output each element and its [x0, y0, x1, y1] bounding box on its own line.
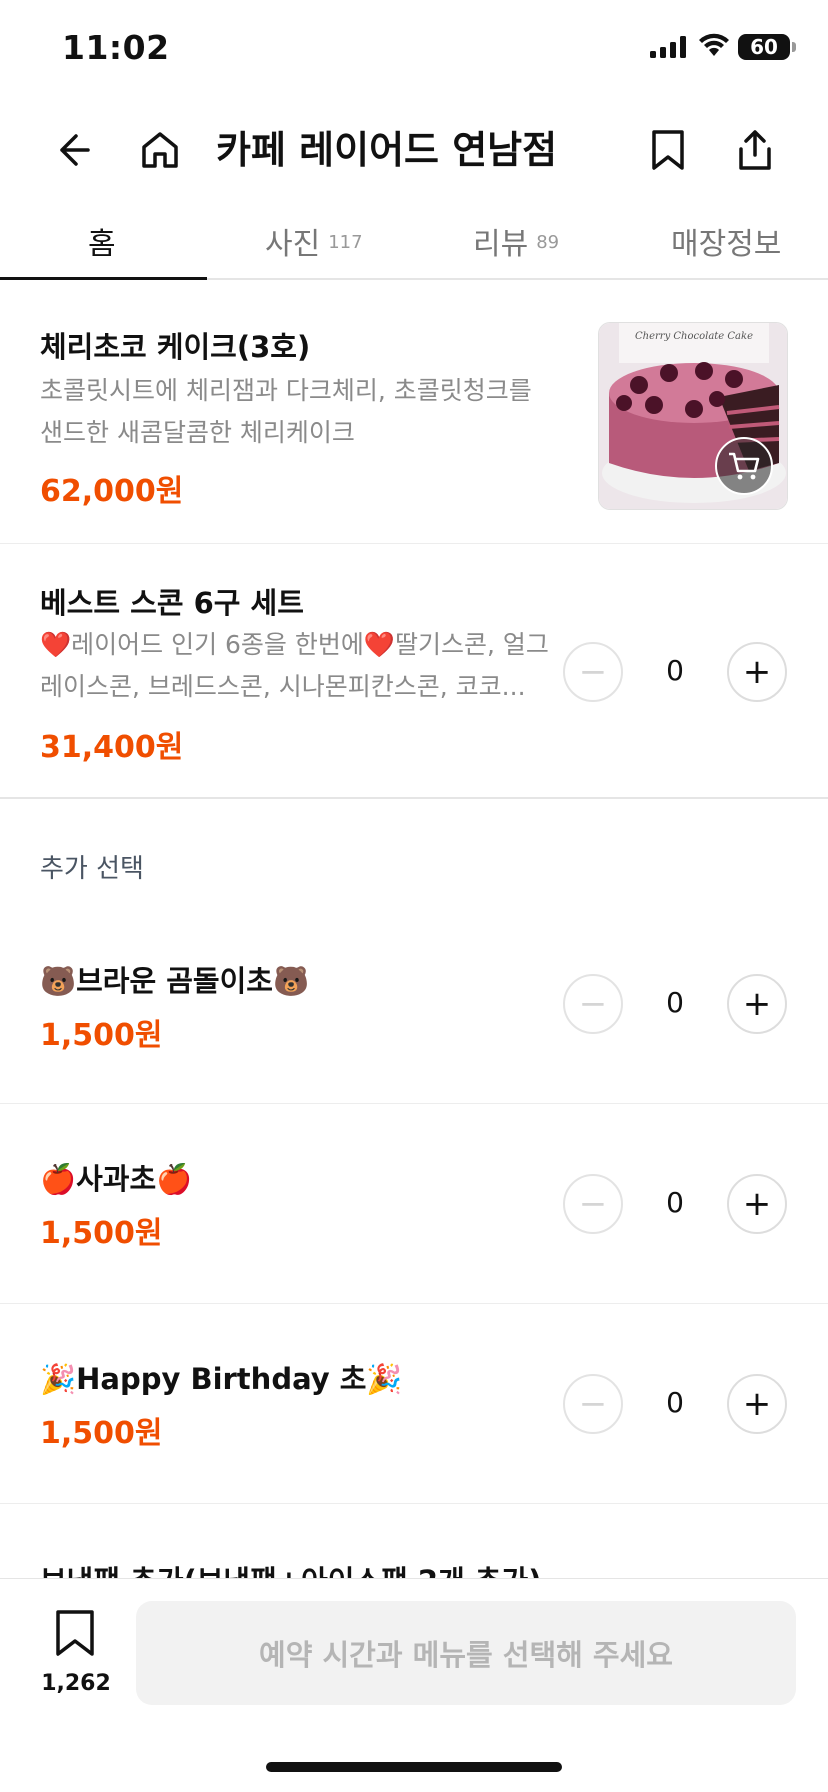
tab-label: 매장정보: [671, 227, 782, 262]
decrease-button[interactable]: −: [563, 1174, 623, 1234]
option-name: 🐻브라운 곰돌이초🐻: [40, 964, 310, 998]
share-icon[interactable]: [731, 126, 779, 174]
section-divider: [0, 797, 828, 799]
option-name: 보냉팩 추가(보냉팩+아이스팩 2개 추가): [40, 1558, 541, 1578]
tab-label: 사진: [265, 227, 321, 262]
quantity-stepper: − 0 +: [563, 642, 789, 702]
option-item[interactable]: 🐻브라운 곰돌이초🐻 1,500원 − 0 +: [0, 904, 828, 1104]
cake-label-text: Cherry Chocolate Cake: [635, 331, 753, 342]
increase-button[interactable]: +: [727, 1374, 787, 1434]
menu-item-price: 31,400원: [40, 730, 184, 765]
increase-button[interactable]: +: [727, 642, 787, 702]
tab-home[interactable]: 홈: [88, 219, 116, 262]
battery-tip: [792, 42, 796, 52]
status-time: 11:02: [62, 28, 170, 67]
decrease-button[interactable]: −: [563, 974, 623, 1034]
home-icon[interactable]: [136, 126, 184, 174]
menu-item-name: 베스트 스콘 6구 세트: [40, 586, 304, 620]
top-nav: 카페 레이어드 연남점: [0, 110, 828, 190]
bookmark-count: 1,262: [41, 1671, 111, 1696]
decrease-button[interactable]: −: [563, 1374, 623, 1434]
status-bar: 11:02 60: [0, 0, 828, 100]
menu-item-description: ❤️레이어드 인기 6종을 한번에❤️딸기스콘, 얼그레이스콘, 브레드스콘, …: [40, 630, 549, 701]
menu-item[interactable]: 베스트 스콘 6구 세트 ❤️레이어드 인기 6종을 한번에❤️딸기스콘, 얼그…: [0, 544, 828, 797]
tab-bar: 홈 사진 117 리뷰 89 매장정보: [0, 205, 828, 280]
option-item[interactable]: 보냉팩 추가(보냉팩+아이스팩 2개 추가): [0, 1504, 828, 1578]
battery-icon: 60: [738, 34, 790, 60]
reserve-button[interactable]: 예약 시간과 메뉴를 선택해 주세요: [136, 1601, 796, 1705]
tab-count: 117: [328, 232, 363, 253]
bookmark-icon[interactable]: [54, 1609, 96, 1657]
wifi-icon: [699, 33, 729, 56]
option-item[interactable]: 🍎사과초🍎 1,500원 − 0 +: [0, 1104, 828, 1304]
decrease-button[interactable]: −: [563, 642, 623, 702]
quantity-value: 0: [666, 1186, 684, 1219]
add-to-cart-button[interactable]: [715, 437, 773, 495]
cellular-signal-icon: [650, 36, 686, 58]
section-title: 추가 선택: [40, 854, 144, 884]
quantity-stepper: − 0 +: [563, 1374, 789, 1434]
cart-icon: [729, 452, 760, 480]
increase-button[interactable]: +: [727, 1174, 787, 1234]
menu-item-description: 초콜릿시트에 체리잼과 다크체리, 초콜릿청크를 샌드한 새콤달콤한 체리케이크: [40, 376, 532, 447]
cake-photo[interactable]: Cherry Chocolate Cake: [598, 322, 788, 510]
quantity-value: 0: [666, 986, 684, 1019]
active-tab-indicator: [0, 277, 207, 280]
quantity-value: 0: [666, 1386, 684, 1419]
menu-item-name: 체리초코 케이크(3호): [40, 330, 311, 364]
bottom-action-bar: 1,262 예약 시간과 메뉴를 선택해 주세요: [0, 1578, 828, 1792]
quantity-stepper: − 0 +: [563, 974, 789, 1034]
page-title: 카페 레이어드 연남점: [216, 128, 558, 172]
quantity-stepper: − 0 +: [563, 1174, 789, 1234]
option-price: 1,500원: [40, 1416, 163, 1451]
option-price: 1,500원: [40, 1216, 163, 1251]
increase-button[interactable]: +: [727, 974, 787, 1034]
option-price: 1,500원: [40, 1018, 163, 1053]
home-indicator: [266, 1762, 562, 1772]
quantity-value: 0: [666, 654, 684, 687]
tab-store-info[interactable]: 매장정보: [671, 219, 782, 262]
option-item[interactable]: 🎉Happy Birthday 초🎉 1,500원 − 0 +: [0, 1304, 828, 1504]
tab-label: 리뷰: [473, 227, 529, 262]
bookmark-icon[interactable]: [644, 126, 692, 174]
menu-item-price: 62,000원: [40, 474, 184, 509]
tab-label: 홈: [88, 227, 116, 262]
option-name: 🍎사과초🍎: [40, 1162, 193, 1196]
tab-count: 89: [536, 232, 560, 253]
tab-photos[interactable]: 사진 117: [265, 219, 363, 262]
back-arrow-icon[interactable]: [48, 126, 96, 174]
option-name: 🎉Happy Birthday 초🎉: [40, 1362, 403, 1396]
tab-reviews[interactable]: 리뷰 89: [473, 219, 560, 262]
